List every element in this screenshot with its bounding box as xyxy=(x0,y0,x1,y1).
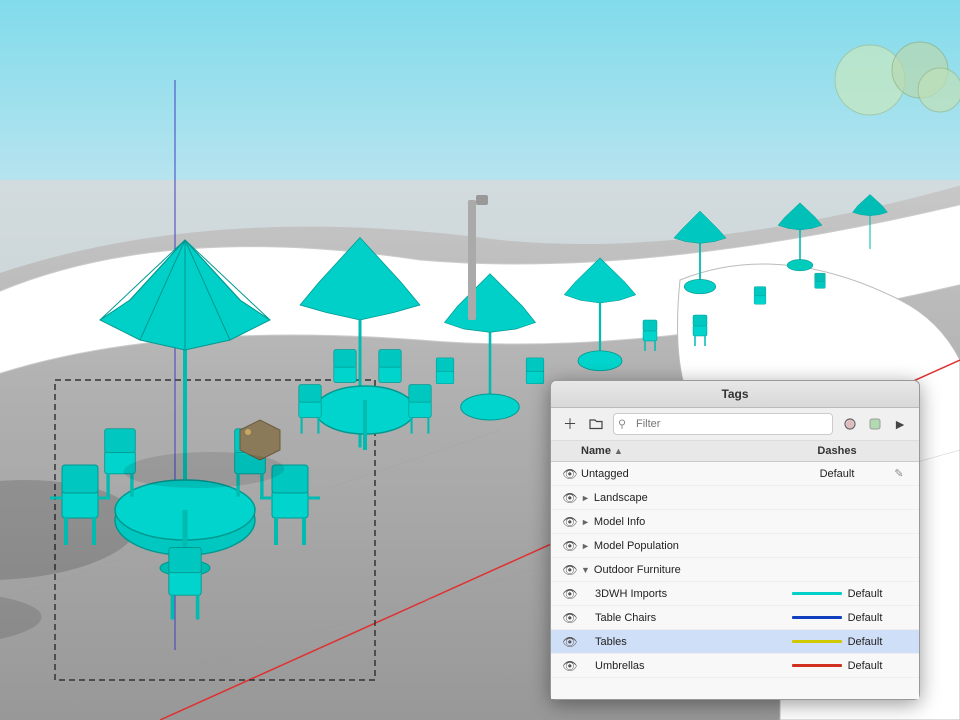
dash-label-3dwh-imports: Default xyxy=(787,588,887,600)
tags-panel: Tags ＋ ⚲ xyxy=(550,380,920,700)
add-tag-button[interactable]: ＋ xyxy=(559,413,581,435)
tag-name-umbrellas: Umbrellas xyxy=(581,660,787,672)
visibility-icon-3dwh-imports[interactable]: 👁 xyxy=(559,587,581,601)
tag-name-tables: Tables xyxy=(581,636,787,648)
tags-toolbar: ＋ ⚲ xyxy=(551,408,919,441)
add-folder-button[interactable] xyxy=(585,413,607,435)
tag-row-3dwh-imports[interactable]: 👁 3DWH Imports Default xyxy=(551,582,919,606)
fill-button[interactable] xyxy=(864,413,886,435)
tag-name-model-info: ► Model Info xyxy=(581,516,787,528)
tag-name-3dwh-imports: 3DWH Imports xyxy=(581,588,787,600)
tag-name-table-chairs: Table Chairs xyxy=(581,612,787,624)
visibility-icon-landscape[interactable]: 👁 xyxy=(559,491,581,505)
tags-list[interactable]: 👁 Untagged Default ✎ 👁 ► Landscape xyxy=(551,462,919,699)
filter-input-wrap: ⚲ xyxy=(613,413,833,435)
visibility-icon-untagged[interactable]: 👁 xyxy=(559,467,581,481)
tag-row-outdoor-furniture[interactable]: 👁 ▼ Outdoor Furniture xyxy=(551,558,919,582)
color-swatch-table-chairs xyxy=(792,616,842,619)
tag-row-umbrellas[interactable]: 👁 Umbrellas Default xyxy=(551,654,919,678)
visibility-icon-table-chairs[interactable]: 👁 xyxy=(559,611,581,625)
tag-row-model-population[interactable]: 👁 ► Model Population xyxy=(551,534,919,558)
visibility-icon-model-info[interactable]: 👁 xyxy=(559,515,581,529)
tag-row-landscape[interactable]: 👁 ► Landscape xyxy=(551,486,919,510)
tag-name-model-population: ► Model Population xyxy=(581,540,787,552)
tag-row-untagged[interactable]: 👁 Untagged Default ✎ xyxy=(551,462,919,486)
expand-arrow-model-population[interactable]: ► xyxy=(581,541,590,551)
expand-arrow-outdoor-furniture[interactable]: ▼ xyxy=(581,565,590,575)
header-name[interactable]: Name ▲ xyxy=(581,445,787,457)
color-swatch-tables xyxy=(792,640,842,643)
color-swatch-3dwh xyxy=(792,592,842,595)
arrow-button[interactable]: ► xyxy=(889,413,911,435)
sort-arrow-icon: ▲ xyxy=(614,446,623,456)
color-button[interactable] xyxy=(839,413,861,435)
dash-label-untagged: Default xyxy=(787,468,887,480)
filter-input[interactable] xyxy=(613,413,833,435)
tag-row-table-chairs[interactable]: 👁 Table Chairs Default xyxy=(551,606,919,630)
tags-table-header: Name ▲ Dashes xyxy=(551,441,919,462)
tag-name-landscape: ► Landscape xyxy=(581,492,787,504)
tag-name-outdoor-furniture: ▼ Outdoor Furniture xyxy=(581,564,787,576)
visibility-icon-tables[interactable]: 👁 xyxy=(559,635,581,649)
toolbar-right-icons: ► xyxy=(839,413,911,435)
visibility-icon-model-population[interactable]: 👁 xyxy=(559,539,581,553)
tag-row-tables[interactable]: 👁 Tables Default xyxy=(551,630,919,654)
tags-panel-title: Tags xyxy=(551,381,919,408)
dash-label-table-chairs: Default xyxy=(787,612,887,624)
tag-row-model-info[interactable]: 👁 ► Model Info xyxy=(551,510,919,534)
expand-arrow-landscape[interactable]: ► xyxy=(581,493,590,503)
dash-label-tables: Default xyxy=(787,636,887,648)
dash-label-umbrellas: Default xyxy=(787,660,887,672)
expand-arrow-model-info[interactable]: ► xyxy=(581,517,590,527)
visibility-icon-umbrellas[interactable]: 👁 xyxy=(559,659,581,673)
3d-viewport[interactable]: Tags ＋ ⚲ xyxy=(0,0,960,720)
tag-name-untagged: Untagged xyxy=(581,468,787,480)
color-swatch-umbrellas xyxy=(792,664,842,667)
header-dashes: Dashes xyxy=(787,445,887,457)
edit-icon-untagged[interactable]: ✎ xyxy=(887,467,911,480)
visibility-icon-outdoor-furniture[interactable]: 👁 xyxy=(559,563,581,577)
